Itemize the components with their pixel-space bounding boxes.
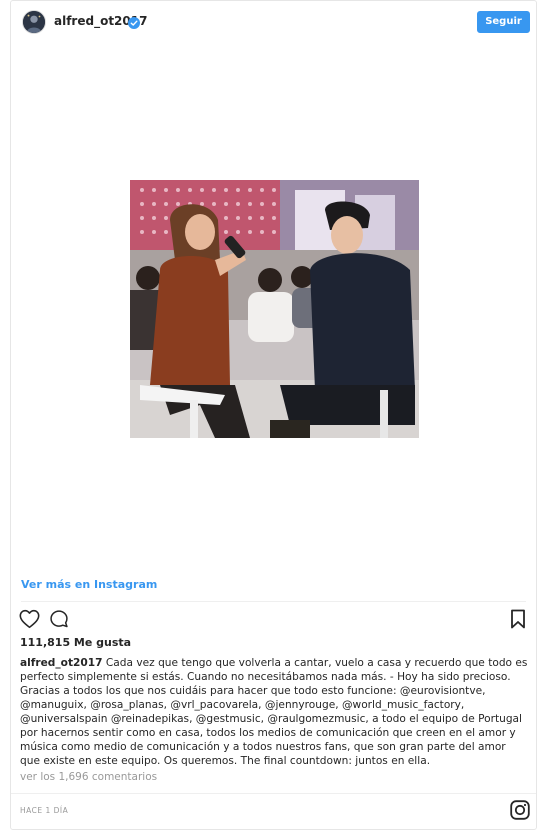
verified-badge-icon — [128, 14, 140, 29]
divider — [21, 601, 526, 602]
post-caption: alfred_ot2017 Cada vez que tengo que vol… — [20, 656, 528, 768]
comment-icon[interactable] — [49, 609, 69, 629]
divider — [11, 793, 536, 794]
view-comments-link[interactable]: ver los 1,696 comentarios — [20, 771, 157, 783]
post-photo[interactable] — [130, 180, 419, 438]
likes-count[interactable]: 111,815 Me gusta — [20, 636, 131, 649]
caption-text: Cada vez que tengo que volverla a cantar… — [20, 657, 528, 767]
post-media-area[interactable] — [11, 43, 536, 571]
post-header: alfred_ot2017 Seguir — [11, 1, 536, 43]
view-more-link[interactable]: Ver más en Instagram — [21, 578, 157, 591]
instagram-logo-icon[interactable] — [510, 800, 530, 820]
caption-username[interactable]: alfred_ot2017 — [20, 657, 103, 669]
action-bar — [11, 607, 536, 631]
post-timestamp[interactable]: HACE 1 DÍA — [20, 806, 68, 815]
avatar[interactable] — [22, 10, 46, 34]
instagram-embed-card: alfred_ot2017 Seguir Ver más en Instagra… — [10, 0, 537, 830]
follow-button[interactable]: Seguir — [477, 11, 530, 33]
bookmark-icon[interactable] — [510, 609, 526, 629]
heart-icon[interactable] — [19, 609, 40, 629]
